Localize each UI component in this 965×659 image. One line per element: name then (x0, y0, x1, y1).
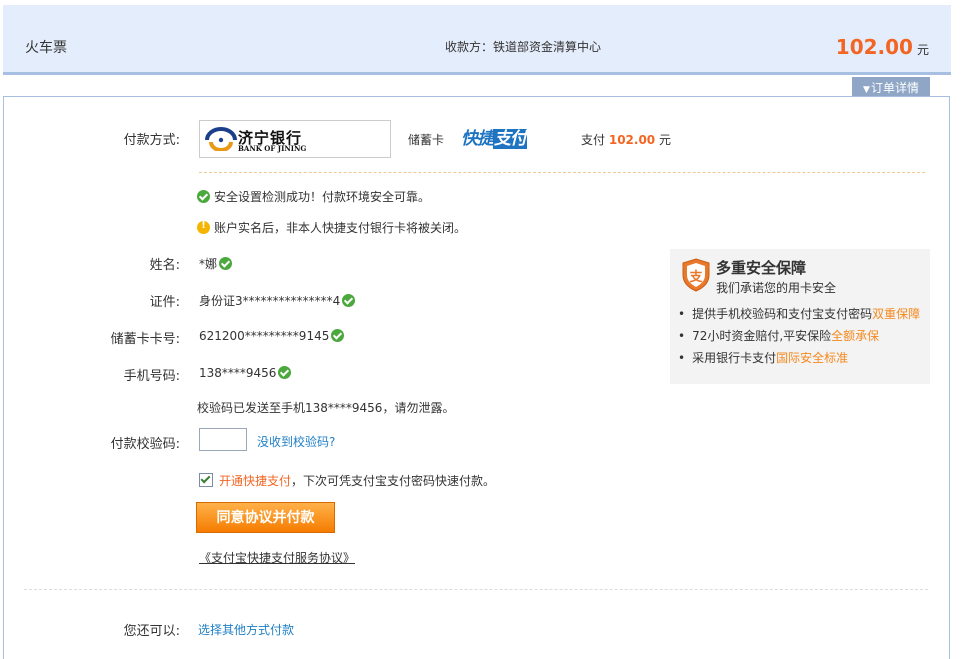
check-circle-icon (278, 366, 292, 379)
security-check-notice: 安全设置检测成功！付款环境安全可靠。 (197, 188, 430, 205)
security-guarantee-box: 支 多重安全保障 我们承诺您的用卡安全 提供手机校验码和支付宝支付密码双重保障 … (670, 249, 930, 384)
name-value: *娜 (199, 255, 233, 272)
payment-method-label: 付款方式: (123, 133, 180, 148)
realname-warning: 账户实名后，非本人快捷支付银行卡将被关闭。 (197, 219, 466, 236)
pay-prefix: 支付 (581, 133, 606, 147)
id-value: 身份证3***************4 (199, 292, 356, 309)
quickpay-logo-part1: 快捷 (461, 129, 494, 149)
quickpay-logo-part2: 支付 (493, 129, 527, 149)
check-circle-icon (219, 257, 233, 270)
code-sent-note: 校验码已发送至手机138****9456，请勿泄露。 (197, 401, 455, 415)
amount-value: 102.00 (835, 35, 913, 59)
security-item-highlight: 全额承保 (831, 329, 880, 343)
section-divider (199, 172, 925, 173)
security-title: 多重安全保障 (716, 259, 807, 277)
quickpay-logo: 快捷支付 (461, 124, 527, 149)
bank-logo-icon (205, 127, 237, 151)
security-list: 提供手机校验码和支付宝支付密码双重保障 72小时资金赔付,平安保险全额承保 采用… (678, 303, 920, 369)
security-item: 提供手机校验码和支付宝支付密码双重保障 (678, 303, 920, 325)
svg-text:支: 支 (688, 269, 703, 285)
order-header: 火车票 收款方：铁道部资金清算中心 102.00 元 (3, 5, 951, 75)
quickpay-protocol-link[interactable]: 《支付宝快捷支付服务协议》 (199, 551, 355, 565)
check-circle-icon (342, 294, 356, 307)
id-text: 身份证3***************4 (199, 294, 341, 308)
shield-icon: 支 (682, 258, 710, 292)
bank-name-en: BANK OF JINING (238, 144, 307, 153)
other-payment-link[interactable]: 选择其他方式付款 (198, 623, 294, 637)
security-item-highlight: 双重保障 (872, 307, 921, 321)
phone-text: 138****9456 (199, 366, 277, 380)
order-detail-label: 订单详情 (870, 81, 919, 95)
verify-code-input[interactable] (199, 428, 247, 451)
warning-icon (197, 220, 210, 234)
alternative-row: 选择其他方式付款 (198, 621, 294, 638)
agree-and-pay-button[interactable]: 同意协议并付款 (196, 502, 335, 533)
id-label: 证件: (149, 295, 180, 310)
protocol-row: 《支付宝快捷支付服务协议》 (199, 549, 355, 566)
name-label: 姓名: (149, 258, 180, 273)
enable-quickpay-checkbox[interactable] (199, 473, 213, 487)
security-check-text: 安全设置检测成功！付款环境安全可靠。 (214, 190, 431, 204)
check-circle-icon (197, 190, 210, 203)
pay-summary: 支付 102.00 元 (581, 131, 671, 148)
security-item-text: 72小时资金赔付,平安保险 (692, 329, 832, 343)
phone-value: 138****9456 (199, 366, 292, 380)
card-type: 储蓄卡 (408, 133, 445, 147)
pay-unit: 元 (658, 133, 671, 147)
security-item: 采用银行卡支付国际安全标准 (678, 347, 920, 369)
bottom-divider (24, 589, 928, 590)
order-title: 火车票 (25, 40, 67, 56)
triangle-down-icon: ▼ (863, 85, 870, 95)
name-text: *娜 (199, 257, 218, 271)
security-item-text: 提供手机校验码和支付宝支付密码 (692, 307, 873, 321)
payee-text: 收款方：铁道部资金清算中心 (445, 40, 602, 54)
security-item-highlight: 国际安全标准 (776, 351, 849, 365)
bank-card-selector[interactable]: 济宁银行 BANK OF JINING (199, 120, 391, 158)
security-subtitle: 我们承诺您的用卡安全 (716, 281, 837, 295)
check-circle-icon (331, 329, 345, 342)
alternative-label: 您还可以: (123, 624, 180, 639)
phone-label: 手机号码: (123, 369, 180, 384)
security-item-text: 采用银行卡支付 (692, 351, 777, 365)
enable-quickpay-row: 开通快捷支付，下次可凭支付宝支付密码快速付款。 (199, 472, 495, 489)
pay-amount: 102.00 (608, 133, 656, 147)
card-number-label: 储蓄卡卡号: (110, 332, 180, 347)
verify-code-label: 付款校验码: (110, 437, 180, 452)
card-number-text: 621200*********9145 (199, 329, 330, 343)
enable-quickpay-highlight: 开通快捷支付 (219, 474, 292, 488)
enable-quickpay-text: ，下次可凭支付宝支付密码快速付款。 (291, 474, 496, 488)
amount-unit: 元 (916, 43, 929, 57)
card-number-value: 621200*********9145 (199, 329, 345, 343)
security-item: 72小时资金赔付,平安保险全额承保 (678, 325, 920, 347)
order-amount: 102.00 元 (836, 35, 929, 59)
realname-warning-text: 账户实名后，非本人快捷支付银行卡将被关闭。 (214, 221, 467, 235)
code-not-received-link[interactable]: 没收到校验码? (257, 433, 335, 450)
